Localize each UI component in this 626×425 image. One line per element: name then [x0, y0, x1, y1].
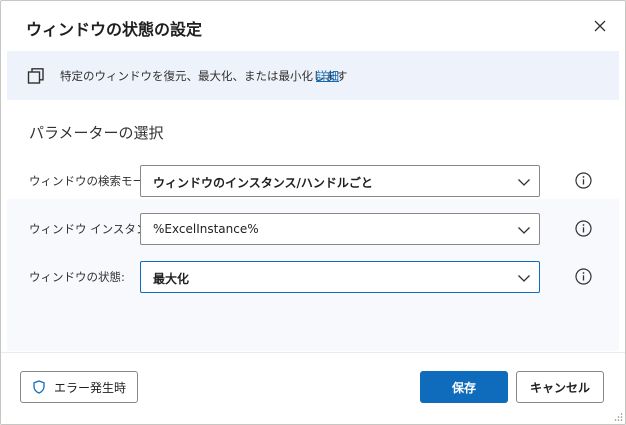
cancel-button[interactable]: キャンセル: [516, 371, 604, 403]
chevron-down-icon: [518, 227, 530, 234]
resize-grip-icon[interactable]: [613, 412, 623, 422]
window-state-label: ウィンドウの状態:: [29, 270, 125, 284]
on-error-label: エラー発生時: [53, 380, 126, 395]
shield-icon: [33, 380, 45, 394]
chevron-down-icon: [518, 179, 530, 186]
window-instance-value: %ExcelInstance%: [153, 222, 259, 236]
details-link[interactable]: 詳細: [316, 68, 339, 84]
window-state-select[interactable]: 最大化: [140, 261, 540, 293]
window-instance-select[interactable]: %ExcelInstance%: [140, 213, 540, 245]
restore-window-icon: [27, 68, 44, 84]
info-icon[interactable]: [575, 268, 592, 285]
close-button[interactable]: [589, 15, 611, 37]
info-icon[interactable]: [575, 172, 592, 189]
close-icon: [594, 20, 606, 32]
search-mode-value: ウィンドウのインスタンス/ハンドルごと: [153, 176, 373, 190]
set-window-state-dialog: ウィンドウの状態の設定 特定のウィンドウを復元、最大化、または最小化します 詳細…: [0, 0, 626, 425]
info-icon[interactable]: [575, 220, 592, 237]
on-error-button[interactable]: エラー発生時: [20, 371, 138, 403]
chevron-down-icon: [518, 275, 530, 282]
banner-description: 特定のウィンドウを復元、最大化、または最小化します: [60, 69, 348, 83]
save-button[interactable]: 保存: [420, 371, 508, 403]
footer-divider: [1, 352, 625, 353]
info-banner: 特定のウィンドウを復元、最大化、または最小化します 詳細: [7, 51, 619, 100]
section-title: パラメーターの選択: [29, 124, 164, 142]
window-state-value: 最大化: [153, 272, 190, 286]
search-mode-select[interactable]: ウィンドウのインスタンス/ハンドルごと: [140, 165, 540, 197]
dialog-title: ウィンドウの状態の設定: [26, 20, 203, 39]
dialog-title-bar: ウィンドウの状態の設定: [1, 1, 625, 51]
